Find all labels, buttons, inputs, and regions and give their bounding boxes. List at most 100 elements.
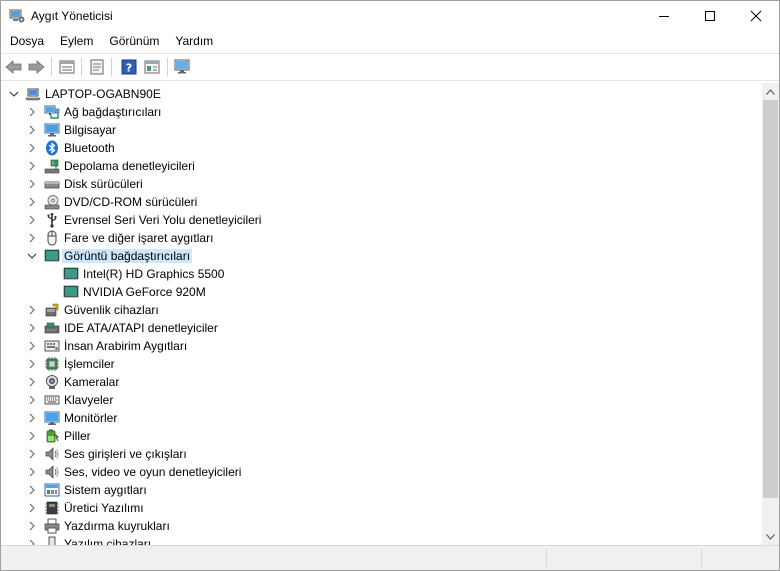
expand-chevron-icon[interactable] <box>26 160 38 172</box>
expand-chevron-icon[interactable] <box>26 520 38 532</box>
expand-chevron-icon[interactable] <box>26 178 38 190</box>
expand-chevron-icon[interactable] <box>26 484 38 496</box>
expand-chevron-icon[interactable] <box>26 124 38 136</box>
close-button[interactable] <box>733 1 779 31</box>
title-bar[interactable]: Aygıt Yöneticisi <box>1 1 779 31</box>
display-adapter-icon <box>63 284 79 300</box>
tree-category[interactable]: Kameralar <box>1 373 762 391</box>
expand-chevron-icon[interactable] <box>26 340 38 352</box>
laptop-icon <box>25 86 41 102</box>
tree-category[interactable]: Evrensel Seri Veri Yolu denetleyicileri <box>1 211 762 229</box>
expand-chevron-icon[interactable] <box>26 502 38 514</box>
tree-device[interactable]: Intel(R) HD Graphics 5500 <box>1 265 762 283</box>
tree-item-label: Monitörler <box>64 411 118 425</box>
tree-item-label: Ses girişleri ve çıkışları <box>64 447 187 461</box>
tree-category[interactable]: İnsan Arabirim Aygıtları <box>1 337 762 355</box>
tree-item-label: Fare ve diğer işaret aygıtları <box>64 231 214 245</box>
menu-dosya[interactable]: Dosya <box>1 31 51 52</box>
printer-icon <box>44 518 60 534</box>
tree-category[interactable]: Piller <box>1 427 762 445</box>
expand-chevron-icon[interactable] <box>26 412 38 424</box>
tree-root-computer[interactable]: LAPTOP-OGABN90E <box>1 85 762 103</box>
collapse-chevron-icon[interactable] <box>8 88 20 100</box>
tree-category[interactable]: Fare ve diğer işaret aygıtları <box>1 229 762 247</box>
camera-icon <box>44 374 60 390</box>
expand-chevron-icon[interactable] <box>26 448 38 460</box>
properties-button[interactable] <box>87 57 107 77</box>
scroll-up-button[interactable] <box>762 83 779 100</box>
scroll-down-button[interactable] <box>762 528 779 545</box>
expand-chevron-icon[interactable] <box>26 538 38 545</box>
menu-eylem[interactable]: Eylem <box>51 31 100 52</box>
expand-chevron-icon[interactable] <box>26 394 38 406</box>
vertical-scrollbar[interactable] <box>762 83 779 545</box>
expand-chevron-icon[interactable] <box>26 106 38 118</box>
status-pane <box>546 549 547 567</box>
expand-chevron-icon[interactable] <box>26 358 38 370</box>
forward-button[interactable] <box>26 57 46 77</box>
tree-item-label: Kameralar <box>64 375 120 389</box>
tree-category[interactable]: Klavyeler <box>1 391 762 409</box>
maximize-button[interactable] <box>687 1 733 31</box>
tree-category[interactable]: Bilgisayar <box>1 121 762 139</box>
tree-item-label: Yazılım cihazları <box>64 537 152 545</box>
menu-yardim[interactable]: Yardım <box>166 31 220 52</box>
help-icon: ? <box>121 59 137 75</box>
expand-chevron-icon[interactable] <box>26 376 38 388</box>
resource-view-button[interactable] <box>142 57 162 77</box>
disk-drive-icon <box>44 176 60 192</box>
expand-chevron-icon[interactable] <box>26 142 38 154</box>
tree-item-label: Sistem aygıtları <box>64 483 147 497</box>
scan-hardware-button[interactable] <box>173 57 193 77</box>
tree-category[interactable]: Sistem aygıtları <box>1 481 762 499</box>
collapse-chevron-icon[interactable] <box>26 250 38 262</box>
tree-item-label: Intel(R) HD Graphics 5500 <box>83 267 225 281</box>
device-tree[interactable]: LAPTOP-OGABN90E Ağ bağdaştırıcıları Bilgis… <box>1 83 762 545</box>
tree-category[interactable]: İşlemciler <box>1 355 762 373</box>
tree-device[interactable]: NVIDIA GeForce 920M <box>1 283 762 301</box>
device-view-button[interactable] <box>57 57 77 77</box>
speaker-icon <box>44 446 60 462</box>
expand-chevron-icon[interactable] <box>26 466 38 478</box>
tree-item-label: İnsan Arabirim Aygıtları <box>64 339 188 353</box>
tree-category[interactable]: Monitörler <box>1 409 762 427</box>
tree-item-label: Yazdırma kuyrukları <box>64 519 170 533</box>
tree-category[interactable]: Depolama denetleyicileri <box>1 157 762 175</box>
tree-item-label: Üretici Yazılımı <box>64 501 144 515</box>
tree-item-label: Piller <box>64 429 91 443</box>
tree-category[interactable]: Yazdırma kuyrukları <box>1 517 762 535</box>
keyboard-icon <box>44 392 60 408</box>
expand-chevron-icon[interactable] <box>26 322 38 334</box>
tree-category[interactable]: Güvenlik cihazları <box>1 301 762 319</box>
expand-chevron-icon[interactable] <box>26 304 38 316</box>
expand-chevron-icon[interactable] <box>26 430 38 442</box>
tree-category[interactable]: Ağ bağdaştırıcıları <box>1 103 762 121</box>
tree-category[interactable]: Ses girişleri ve çıkışları <box>1 445 762 463</box>
tree-category[interactable]: Yazılım cihazları <box>1 535 762 545</box>
minimize-button[interactable] <box>641 1 687 31</box>
scrollbar-thumb[interactable] <box>763 100 778 498</box>
tree-item-label: Ağ bağdaştırıcıları <box>64 105 162 119</box>
forward-arrow-icon <box>28 60 45 74</box>
help-button[interactable]: ? <box>119 57 139 77</box>
back-button[interactable] <box>4 57 24 77</box>
tree-category[interactable]: Disk sürücüleri <box>1 175 762 193</box>
tree-category[interactable]: DVD/CD-ROM sürücüleri <box>1 193 762 211</box>
security-device-icon <box>44 302 60 318</box>
software-device-icon <box>44 536 60 545</box>
scroll-down-arrow-icon <box>766 533 775 540</box>
expand-chevron-icon[interactable] <box>26 196 38 208</box>
tree-category[interactable]: IDE ATA/ATAPI denetleyiciler <box>1 319 762 337</box>
network-adapter-icon <box>44 104 60 120</box>
tree-category[interactable]: Ses, video ve oyun denetleyicileri <box>1 463 762 481</box>
expand-chevron-icon[interactable] <box>26 232 38 244</box>
device-manager-icon <box>9 9 25 23</box>
expand-chevron-icon[interactable] <box>26 214 38 226</box>
tree-category[interactable]: Görüntü bağdaştırıcıları <box>1 247 762 265</box>
tree-category[interactable]: Bluetooth <box>1 139 762 157</box>
device-manager-window: Aygıt Yöneticisi Dosya Eylem Görünüm Yar… <box>0 0 780 571</box>
status-pane <box>701 549 702 567</box>
minimize-icon <box>659 16 669 17</box>
menu-gorunum[interactable]: Görünüm <box>100 31 166 52</box>
tree-category[interactable]: Üretici Yazılımı <box>1 499 762 517</box>
